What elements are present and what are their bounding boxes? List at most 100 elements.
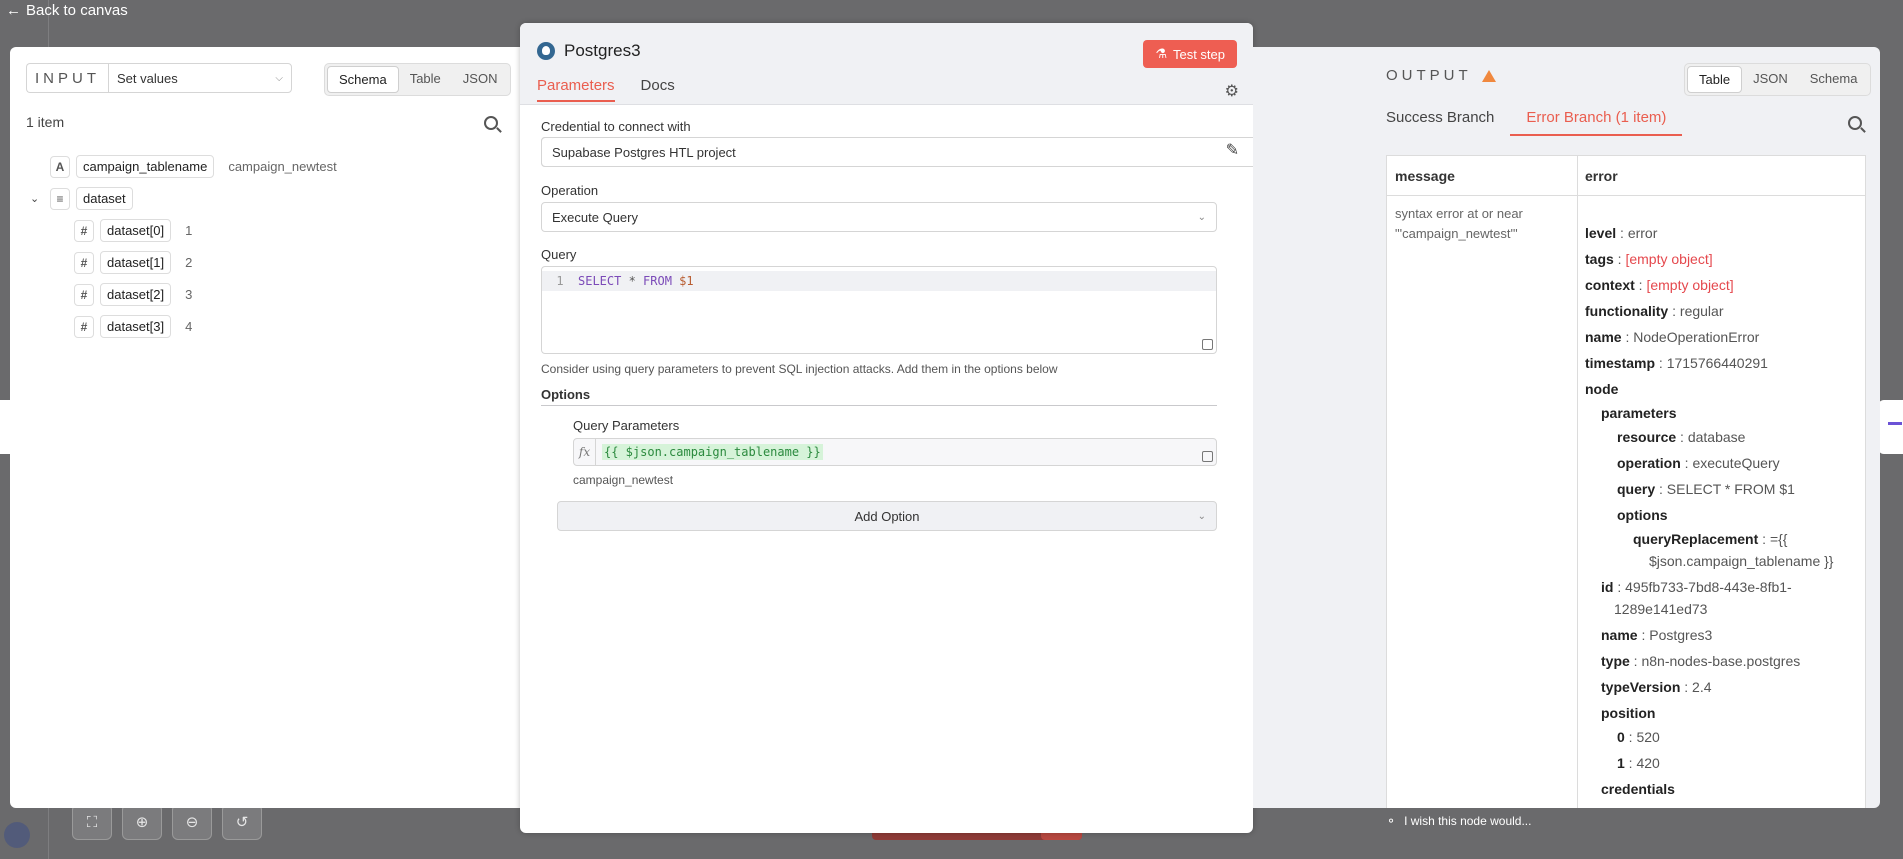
schema-key[interactable]: dataset xyxy=(76,187,133,210)
divider xyxy=(541,405,1217,406)
error-key: name xyxy=(1601,627,1638,643)
error-separator: : xyxy=(1676,429,1688,445)
fit-view-icon[interactable]: ⛶ xyxy=(72,804,112,840)
schema-row: # dataset[3] 4 xyxy=(74,315,192,338)
edit-credential-icon[interactable]: ✎ xyxy=(1226,140,1239,160)
code-line: 1 SELECT * FROM $1 xyxy=(542,271,1216,291)
gear-icon[interactable]: ⚙ xyxy=(1225,81,1239,101)
schema-key[interactable]: dataset[0] xyxy=(100,219,172,242)
column-header-error: error xyxy=(1577,156,1865,196)
sql-star: * xyxy=(621,274,644,288)
error-key: parameters xyxy=(1601,405,1677,421)
sql-keyword: SELECT xyxy=(578,274,622,288)
error-separator: : xyxy=(1613,579,1626,595)
expression-text: {{ $json.campaign_tablename }} xyxy=(602,444,823,460)
back-label: Back to canvas xyxy=(26,2,128,19)
schema-key[interactable]: dataset[1] xyxy=(100,251,172,274)
canvas-zoom-controls: ⛶ ⊕ ⊖ ↺ xyxy=(72,804,262,840)
column-header-message: message xyxy=(1387,156,1577,196)
query-parameters-input[interactable]: fx {{ $json.campaign_tablename }} xyxy=(573,438,1217,466)
error-value: 420 xyxy=(1636,755,1660,771)
error-separator: : xyxy=(1668,303,1680,319)
error-value: n8n-nodes-base.postgres xyxy=(1641,653,1801,669)
output-view-json[interactable]: JSON xyxy=(1742,66,1799,93)
schema-key[interactable]: dataset[3] xyxy=(100,315,172,338)
schema-key[interactable]: campaign_tablename xyxy=(76,155,215,178)
error-key: type xyxy=(1601,653,1630,669)
error-separator: : xyxy=(1655,355,1667,371)
feedback-link[interactable]: ⚬ I wish this node would... xyxy=(1386,814,1531,828)
error-separator: : xyxy=(1616,225,1628,241)
error-separator: : xyxy=(1621,329,1634,345)
node-tabs: Parameters Docs xyxy=(537,77,675,102)
input-header: INPUT Set values ⌵ xyxy=(26,63,292,93)
error-separator: : xyxy=(1758,531,1770,547)
error-separator: : xyxy=(1629,653,1642,669)
node-header: Postgres3 ⚗ Test step Parameters Docs ⚙ xyxy=(520,23,1253,105)
error-key: functionality xyxy=(1585,303,1669,319)
credential-select-box[interactable]: Supabase Postgres HTL project ⌄ xyxy=(541,137,1322,167)
flask-icon: ⚗ xyxy=(1155,46,1167,61)
fx-icon: fx xyxy=(574,439,596,465)
search-icon[interactable] xyxy=(484,116,498,130)
chevron-down-icon: ⌵ xyxy=(275,72,283,84)
schema-value: 3 xyxy=(185,287,193,302)
chevron-down-icon[interactable]: ⌄ xyxy=(30,192,44,205)
error-tree-row: 1 : 420 xyxy=(1617,754,1660,772)
tab-parameters[interactable]: Parameters xyxy=(537,77,615,102)
error-tree-row: queryReplacement : ={{ xyxy=(1633,530,1787,548)
add-option-label: Add Option xyxy=(854,508,920,524)
error-tree-row: credentials xyxy=(1601,780,1675,798)
error-value: [empty object] xyxy=(1646,277,1734,293)
tab-error-branch[interactable]: Error Branch (1 item) xyxy=(1510,109,1683,136)
error-tree-row: parameters xyxy=(1601,404,1677,422)
error-key: context xyxy=(1585,277,1635,293)
zoom-out-icon[interactable]: ⊖ xyxy=(172,804,212,840)
error-key: operation xyxy=(1617,455,1681,471)
input-view-table[interactable]: Table xyxy=(399,66,452,93)
test-step-button[interactable]: ⚗ Test step xyxy=(1143,40,1237,68)
error-tree-row: id : 495fb733-7bd8-443e-8fb1- xyxy=(1601,578,1792,596)
test-step-label: Test step xyxy=(1172,46,1225,62)
schema-row: # dataset[1] 2 xyxy=(74,251,192,274)
error-separator: : xyxy=(1634,277,1647,293)
zoom-in-icon[interactable]: ⊕ xyxy=(122,804,162,840)
error-tree-row: position xyxy=(1601,704,1655,722)
input-item-count: 1 item xyxy=(26,114,65,130)
input-view-schema[interactable]: Schema xyxy=(327,66,399,93)
resize-handle-icon[interactable] xyxy=(1202,451,1213,462)
add-option-button[interactable]: Add Option ⌄ xyxy=(557,501,1217,531)
input-source-select[interactable]: Set values ⌵ xyxy=(108,63,292,93)
chevron-down-icon: ⌄ xyxy=(1197,211,1206,223)
node-title-text[interactable]: Postgres3 xyxy=(564,41,641,61)
sql-param: $1 xyxy=(671,274,694,288)
output-view-schema[interactable]: Schema xyxy=(1799,66,1869,93)
operation-select[interactable]: Execute Query ⌄ xyxy=(541,202,1217,232)
avatar[interactable] xyxy=(4,822,30,848)
input-view-json[interactable]: JSON xyxy=(452,66,509,93)
error-separator: : xyxy=(1680,455,1693,471)
options-title: Options xyxy=(541,387,591,402)
tab-success-branch[interactable]: Success Branch xyxy=(1386,109,1494,136)
error-value: executeQuery xyxy=(1692,455,1780,471)
back-to-canvas-link[interactable]: ← Back to canvas xyxy=(6,2,128,19)
schema-value: 4 xyxy=(185,319,193,334)
schema-row: # dataset[2] 3 xyxy=(74,283,192,306)
lightbulb-icon: ⚬ xyxy=(1386,814,1397,828)
schema-key[interactable]: dataset[2] xyxy=(100,283,172,306)
tab-docs[interactable]: Docs xyxy=(641,77,675,102)
search-icon[interactable] xyxy=(1848,116,1862,130)
output-view-table[interactable]: Table xyxy=(1687,66,1743,93)
error-separator: : xyxy=(1680,679,1693,695)
error-tree-row: resource : database xyxy=(1617,428,1745,446)
sql-keyword: FROM xyxy=(643,274,672,288)
error-value: 520 xyxy=(1636,729,1660,745)
error-key: timestamp xyxy=(1585,355,1656,371)
resize-handle-icon[interactable] xyxy=(1202,339,1213,350)
error-tree-row: postgres xyxy=(1617,804,1676,808)
output-label: OUTPUT xyxy=(1386,67,1472,84)
number-type-icon: # xyxy=(74,315,94,338)
number-type-icon: # xyxy=(74,283,94,306)
query-editor[interactable]: 1 SELECT * FROM $1 xyxy=(541,266,1217,354)
reset-zoom-icon[interactable]: ↺ xyxy=(222,804,262,840)
